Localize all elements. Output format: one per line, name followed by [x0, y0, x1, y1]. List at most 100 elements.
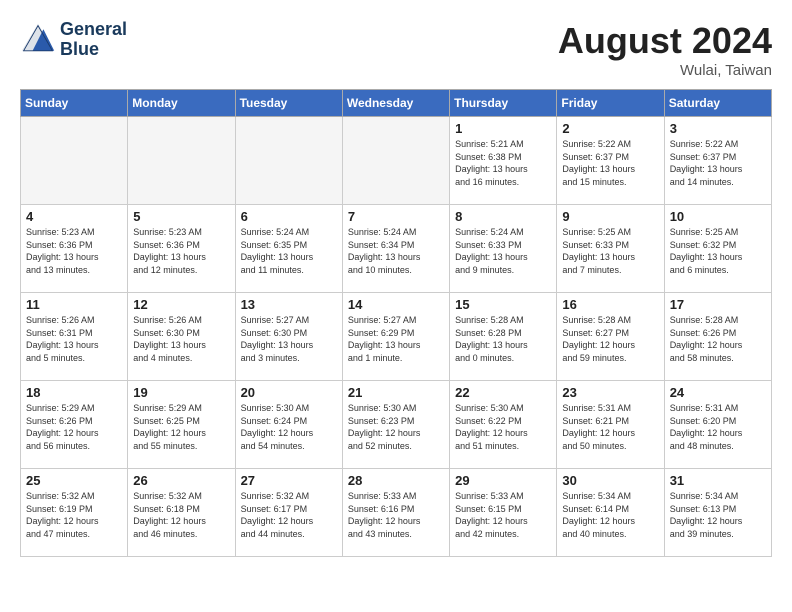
- day-number: 5: [133, 209, 229, 224]
- day-number: 29: [455, 473, 551, 488]
- calendar-cell: 10 Sunrise: 5:25 AM Sunset: 6:32 PM Dayli…: [664, 205, 771, 293]
- calendar-week-row: 11 Sunrise: 5:26 AM Sunset: 6:31 PM Dayli…: [21, 293, 772, 381]
- day-info: Sunrise: 5:29 AM Sunset: 6:26 PM Dayligh…: [26, 402, 122, 452]
- day-info: Sunrise: 5:32 AM Sunset: 6:19 PM Dayligh…: [26, 490, 122, 540]
- day-info: Sunrise: 5:23 AM Sunset: 6:36 PM Dayligh…: [133, 226, 229, 276]
- day-number: 11: [26, 297, 122, 312]
- calendar-week-row: 1Sunrise: 5:21 AM Sunset: 6:38 PM Daylig…: [21, 117, 772, 205]
- day-number: 18: [26, 385, 122, 400]
- day-info: Sunrise: 5:34 AM Sunset: 6:14 PM Dayligh…: [562, 490, 658, 540]
- day-number: 14: [348, 297, 444, 312]
- day-info: Sunrise: 5:31 AM Sunset: 6:21 PM Dayligh…: [562, 402, 658, 452]
- day-number: 24: [670, 385, 766, 400]
- day-info: Sunrise: 5:33 AM Sunset: 6:16 PM Dayligh…: [348, 490, 444, 540]
- calendar-cell: 12 Sunrise: 5:26 AM Sunset: 6:30 PM Dayli…: [128, 293, 235, 381]
- day-info: Sunrise: 5:22 AM Sunset: 6:37 PM Dayligh…: [562, 138, 658, 188]
- day-info: Sunrise: 5:28 AM Sunset: 6:27 PM Dayligh…: [562, 314, 658, 364]
- logo: General Blue: [20, 20, 127, 60]
- day-info: Sunrise: 5:32 AM Sunset: 6:18 PM Dayligh…: [133, 490, 229, 540]
- logo-line2: Blue: [60, 40, 127, 60]
- day-info: Sunrise: 5:24 AM Sunset: 6:33 PM Dayligh…: [455, 226, 551, 276]
- weekday-header: Thursday: [450, 90, 557, 117]
- day-number: 7: [348, 209, 444, 224]
- logo-line1: General: [60, 20, 127, 40]
- day-number: 17: [670, 297, 766, 312]
- calendar-cell: 31 Sunrise: 5:34 AM Sunset: 6:13 PM Dayli…: [664, 469, 771, 557]
- day-info: Sunrise: 5:28 AM Sunset: 6:26 PM Dayligh…: [670, 314, 766, 364]
- calendar-cell: [342, 117, 449, 205]
- location: Wulai, Taiwan: [558, 62, 772, 79]
- calendar-cell: 14 Sunrise: 5:27 AM Sunset: 6:29 PM Dayli…: [342, 293, 449, 381]
- calendar-cell: 15 Sunrise: 5:28 AM Sunset: 6:28 PM Dayli…: [450, 293, 557, 381]
- weekday-header: Tuesday: [235, 90, 342, 117]
- day-number: 28: [348, 473, 444, 488]
- day-number: 12: [133, 297, 229, 312]
- day-number: 1: [455, 121, 551, 136]
- day-number: 19: [133, 385, 229, 400]
- calendar-cell: 18 Sunrise: 5:29 AM Sunset: 6:26 PM Dayli…: [21, 381, 128, 469]
- day-info: Sunrise: 5:22 AM Sunset: 6:37 PM Dayligh…: [670, 138, 766, 188]
- calendar-cell: 5 Sunrise: 5:23 AM Sunset: 6:36 PM Daylig…: [128, 205, 235, 293]
- day-info: Sunrise: 5:30 AM Sunset: 6:23 PM Dayligh…: [348, 402, 444, 452]
- calendar-cell: 22 Sunrise: 5:30 AM Sunset: 6:22 PM Dayli…: [450, 381, 557, 469]
- calendar-cell: 9Sunrise: 5:25 AM Sunset: 6:33 PM Daylig…: [557, 205, 664, 293]
- calendar-cell: 21Sunrise: 5:30 AM Sunset: 6:23 PM Dayli…: [342, 381, 449, 469]
- day-info: Sunrise: 5:34 AM Sunset: 6:13 PM Dayligh…: [670, 490, 766, 540]
- day-info: Sunrise: 5:25 AM Sunset: 6:32 PM Dayligh…: [670, 226, 766, 276]
- calendar-cell: 20Sunrise: 5:30 AM Sunset: 6:24 PM Dayli…: [235, 381, 342, 469]
- calendar-week-row: 25 Sunrise: 5:32 AM Sunset: 6:19 PM Dayli…: [21, 469, 772, 557]
- calendar-cell: 6 Sunrise: 5:24 AM Sunset: 6:35 PM Daylig…: [235, 205, 342, 293]
- day-number: 20: [241, 385, 337, 400]
- day-info: Sunrise: 5:27 AM Sunset: 6:30 PM Dayligh…: [241, 314, 337, 364]
- calendar-cell: 26 Sunrise: 5:32 AM Sunset: 6:18 PM Dayli…: [128, 469, 235, 557]
- calendar-cell: 23 Sunrise: 5:31 AM Sunset: 6:21 PM Dayli…: [557, 381, 664, 469]
- day-info: Sunrise: 5:26 AM Sunset: 6:31 PM Dayligh…: [26, 314, 122, 364]
- calendar-cell: 25 Sunrise: 5:32 AM Sunset: 6:19 PM Dayli…: [21, 469, 128, 557]
- day-info: Sunrise: 5:23 AM Sunset: 6:36 PM Dayligh…: [26, 226, 122, 276]
- calendar-cell: 17 Sunrise: 5:28 AM Sunset: 6:26 PM Dayli…: [664, 293, 771, 381]
- day-info: Sunrise: 5:26 AM Sunset: 6:30 PM Dayligh…: [133, 314, 229, 364]
- day-info: Sunrise: 5:27 AM Sunset: 6:29 PM Dayligh…: [348, 314, 444, 364]
- calendar-cell: 28 Sunrise: 5:33 AM Sunset: 6:16 PM Dayli…: [342, 469, 449, 557]
- logo-text: General Blue: [60, 20, 127, 60]
- weekday-header: Wednesday: [342, 90, 449, 117]
- day-info: Sunrise: 5:24 AM Sunset: 6:34 PM Dayligh…: [348, 226, 444, 276]
- day-number: 27: [241, 473, 337, 488]
- day-number: 30: [562, 473, 658, 488]
- weekday-header: Saturday: [664, 90, 771, 117]
- day-info: Sunrise: 5:29 AM Sunset: 6:25 PM Dayligh…: [133, 402, 229, 452]
- calendar-cell: 13 Sunrise: 5:27 AM Sunset: 6:30 PM Dayli…: [235, 293, 342, 381]
- weekday-header: Friday: [557, 90, 664, 117]
- day-number: 6: [241, 209, 337, 224]
- day-number: 25: [26, 473, 122, 488]
- day-number: 15: [455, 297, 551, 312]
- day-number: 31: [670, 473, 766, 488]
- day-number: 10: [670, 209, 766, 224]
- calendar-cell: 27 Sunrise: 5:32 AM Sunset: 6:17 PM Dayli…: [235, 469, 342, 557]
- logo-icon: [20, 22, 56, 58]
- day-number: 4: [26, 209, 122, 224]
- day-info: Sunrise: 5:32 AM Sunset: 6:17 PM Dayligh…: [241, 490, 337, 540]
- calendar-cell: 24 Sunrise: 5:31 AM Sunset: 6:20 PM Dayli…: [664, 381, 771, 469]
- day-number: 23: [562, 385, 658, 400]
- calendar-cell: 19 Sunrise: 5:29 AM Sunset: 6:25 PM Dayli…: [128, 381, 235, 469]
- day-number: 26: [133, 473, 229, 488]
- calendar-cell: [128, 117, 235, 205]
- day-info: Sunrise: 5:28 AM Sunset: 6:28 PM Dayligh…: [455, 314, 551, 364]
- weekday-header: Sunday: [21, 90, 128, 117]
- day-number: 13: [241, 297, 337, 312]
- month-title: August 2024: [558, 20, 772, 62]
- calendar-cell: [21, 117, 128, 205]
- calendar-cell: 2Sunrise: 5:22 AM Sunset: 6:37 PM Daylig…: [557, 117, 664, 205]
- calendar-cell: 29Sunrise: 5:33 AM Sunset: 6:15 PM Dayli…: [450, 469, 557, 557]
- day-number: 8: [455, 209, 551, 224]
- calendar-cell: 3Sunrise: 5:22 AM Sunset: 6:37 PM Daylig…: [664, 117, 771, 205]
- calendar-cell: 1Sunrise: 5:21 AM Sunset: 6:38 PM Daylig…: [450, 117, 557, 205]
- calendar-cell: 7 Sunrise: 5:24 AM Sunset: 6:34 PM Daylig…: [342, 205, 449, 293]
- day-info: Sunrise: 5:24 AM Sunset: 6:35 PM Dayligh…: [241, 226, 337, 276]
- day-number: 22: [455, 385, 551, 400]
- calendar-cell: 4 Sunrise: 5:23 AM Sunset: 6:36 PM Daylig…: [21, 205, 128, 293]
- day-info: Sunrise: 5:31 AM Sunset: 6:20 PM Dayligh…: [670, 402, 766, 452]
- day-number: 16: [562, 297, 658, 312]
- day-info: Sunrise: 5:30 AM Sunset: 6:22 PM Dayligh…: [455, 402, 551, 452]
